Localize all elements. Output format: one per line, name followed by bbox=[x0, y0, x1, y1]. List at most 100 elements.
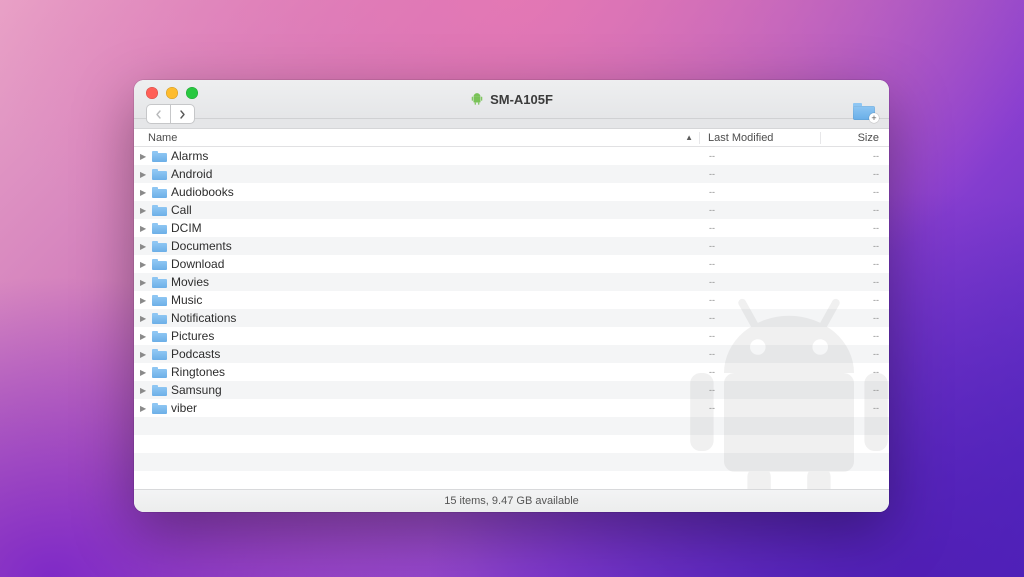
folder-icon bbox=[152, 313, 167, 324]
disclosure-icon[interactable]: ▶ bbox=[140, 350, 148, 359]
folder-icon bbox=[152, 385, 167, 396]
toolbar-divider bbox=[134, 119, 889, 129]
size-cell: -- bbox=[821, 187, 889, 197]
folder-name: Movies bbox=[171, 275, 209, 289]
size-cell: -- bbox=[821, 223, 889, 233]
folder-name: Alarms bbox=[171, 149, 208, 163]
disclosure-icon[interactable]: ▶ bbox=[140, 332, 148, 341]
modified-cell: -- bbox=[701, 295, 821, 305]
folder-row[interactable]: ▶ Documents ---- bbox=[134, 237, 889, 255]
new-folder-button[interactable]: + bbox=[853, 104, 875, 120]
folder-row[interactable]: ▶ viber ---- bbox=[134, 399, 889, 417]
folder-name: Call bbox=[171, 203, 192, 217]
folder-icon bbox=[152, 403, 167, 414]
folder-icon bbox=[152, 169, 167, 180]
back-button[interactable] bbox=[146, 104, 170, 124]
modified-cell: -- bbox=[701, 403, 821, 413]
size-cell: -- bbox=[821, 151, 889, 161]
modified-cell: -- bbox=[701, 277, 821, 287]
folder-name: Android bbox=[171, 167, 212, 181]
folder-row[interactable]: ▶ Android ---- bbox=[134, 165, 889, 183]
folder-icon bbox=[152, 151, 167, 162]
column-header-name[interactable]: Name ▲ bbox=[134, 132, 699, 144]
size-cell: -- bbox=[821, 259, 889, 269]
size-cell: -- bbox=[821, 349, 889, 359]
disclosure-icon[interactable]: ▶ bbox=[140, 170, 148, 179]
modified-cell: -- bbox=[701, 241, 821, 251]
folder-name: Podcasts bbox=[171, 347, 220, 361]
folder-name: Audiobooks bbox=[171, 185, 234, 199]
folder-icon bbox=[152, 367, 167, 378]
size-cell: -- bbox=[821, 403, 889, 413]
folder-row[interactable]: ▶Movies---- bbox=[134, 273, 889, 291]
disclosure-icon[interactable]: ▶ bbox=[140, 314, 148, 323]
modified-cell: -- bbox=[701, 205, 821, 215]
disclosure-icon[interactable]: ▶ bbox=[140, 368, 148, 377]
status-text: 15 items, 9.47 GB available bbox=[444, 495, 579, 507]
folder-icon bbox=[152, 187, 167, 198]
folder-name: Pictures bbox=[171, 329, 214, 343]
modified-cell: -- bbox=[701, 187, 821, 197]
nav-back-forward bbox=[146, 104, 195, 124]
folder-name: Documents bbox=[171, 239, 232, 253]
window-controls bbox=[146, 87, 198, 99]
disclosure-icon[interactable]: ▶ bbox=[140, 152, 148, 161]
modified-cell: -- bbox=[701, 151, 821, 161]
empty-row bbox=[134, 453, 889, 471]
folder-icon bbox=[152, 277, 167, 288]
empty-row bbox=[134, 435, 889, 453]
disclosure-icon[interactable]: ▶ bbox=[140, 296, 148, 305]
folder-icon bbox=[152, 205, 167, 216]
folder-row[interactable]: ▶Podcasts---- bbox=[134, 345, 889, 363]
modified-cell: -- bbox=[701, 169, 821, 179]
column-header-size[interactable]: Size bbox=[820, 132, 889, 144]
column-header-modified[interactable]: Last Modified bbox=[699, 132, 820, 144]
size-cell: -- bbox=[821, 241, 889, 251]
modified-cell: -- bbox=[701, 313, 821, 323]
folder-row[interactable]: ▶DCIM---- bbox=[134, 219, 889, 237]
minimize-button[interactable] bbox=[166, 87, 178, 99]
folder-name: Download bbox=[171, 257, 224, 271]
empty-row bbox=[134, 471, 889, 489]
titlebar[interactable]: SM-A105F + bbox=[134, 80, 889, 119]
disclosure-icon[interactable]: ▶ bbox=[140, 386, 148, 395]
window-title: SM-A105F bbox=[470, 92, 553, 107]
folder-row[interactable]: ▶ Ringtones ---- bbox=[134, 363, 889, 381]
modified-cell: -- bbox=[701, 367, 821, 377]
size-cell: -- bbox=[821, 331, 889, 341]
forward-button[interactable] bbox=[170, 104, 195, 124]
close-button[interactable] bbox=[146, 87, 158, 99]
folder-icon bbox=[152, 259, 167, 270]
size-cell: -- bbox=[821, 295, 889, 305]
disclosure-icon[interactable]: ▶ bbox=[140, 278, 148, 287]
disclosure-icon[interactable]: ▶ bbox=[140, 404, 148, 413]
folder-row[interactable]: ▶ Alarms ---- bbox=[134, 147, 889, 165]
folder-name: Notifications bbox=[171, 311, 236, 325]
disclosure-icon[interactable]: ▶ bbox=[140, 260, 148, 269]
disclosure-icon[interactable]: ▶ bbox=[140, 206, 148, 215]
folder-icon bbox=[152, 223, 167, 234]
column-header-name-label: Name bbox=[148, 132, 177, 144]
folder-row[interactable]: ▶Samsung---- bbox=[134, 381, 889, 399]
disclosure-icon[interactable]: ▶ bbox=[140, 188, 148, 197]
folder-name: Samsung bbox=[171, 383, 222, 397]
size-cell: -- bbox=[821, 169, 889, 179]
status-bar: 15 items, 9.47 GB available bbox=[134, 489, 889, 512]
android-icon bbox=[470, 92, 484, 106]
disclosure-icon[interactable]: ▶ bbox=[140, 242, 148, 251]
folder-row[interactable]: ▶Call---- bbox=[134, 201, 889, 219]
size-cell: -- bbox=[821, 367, 889, 377]
folder-row[interactable]: ▶ Notifications ---- bbox=[134, 309, 889, 327]
folder-icon bbox=[152, 241, 167, 252]
folder-name: Ringtones bbox=[171, 365, 225, 379]
folder-row[interactable]: ▶Pictures---- bbox=[134, 327, 889, 345]
zoom-button[interactable] bbox=[186, 87, 198, 99]
folder-row[interactable]: ▶Download---- bbox=[134, 255, 889, 273]
folder-row[interactable]: ▶ Audiobooks ---- bbox=[134, 183, 889, 201]
folder-row[interactable]: ▶Music---- bbox=[134, 291, 889, 309]
folder-name: viber bbox=[171, 401, 197, 415]
disclosure-icon[interactable]: ▶ bbox=[140, 224, 148, 233]
size-cell: -- bbox=[821, 313, 889, 323]
file-list[interactable]: ▶Alarms----▶Android----▶Audiobooks----▶C… bbox=[134, 147, 889, 489]
window-title-text: SM-A105F bbox=[490, 92, 553, 107]
